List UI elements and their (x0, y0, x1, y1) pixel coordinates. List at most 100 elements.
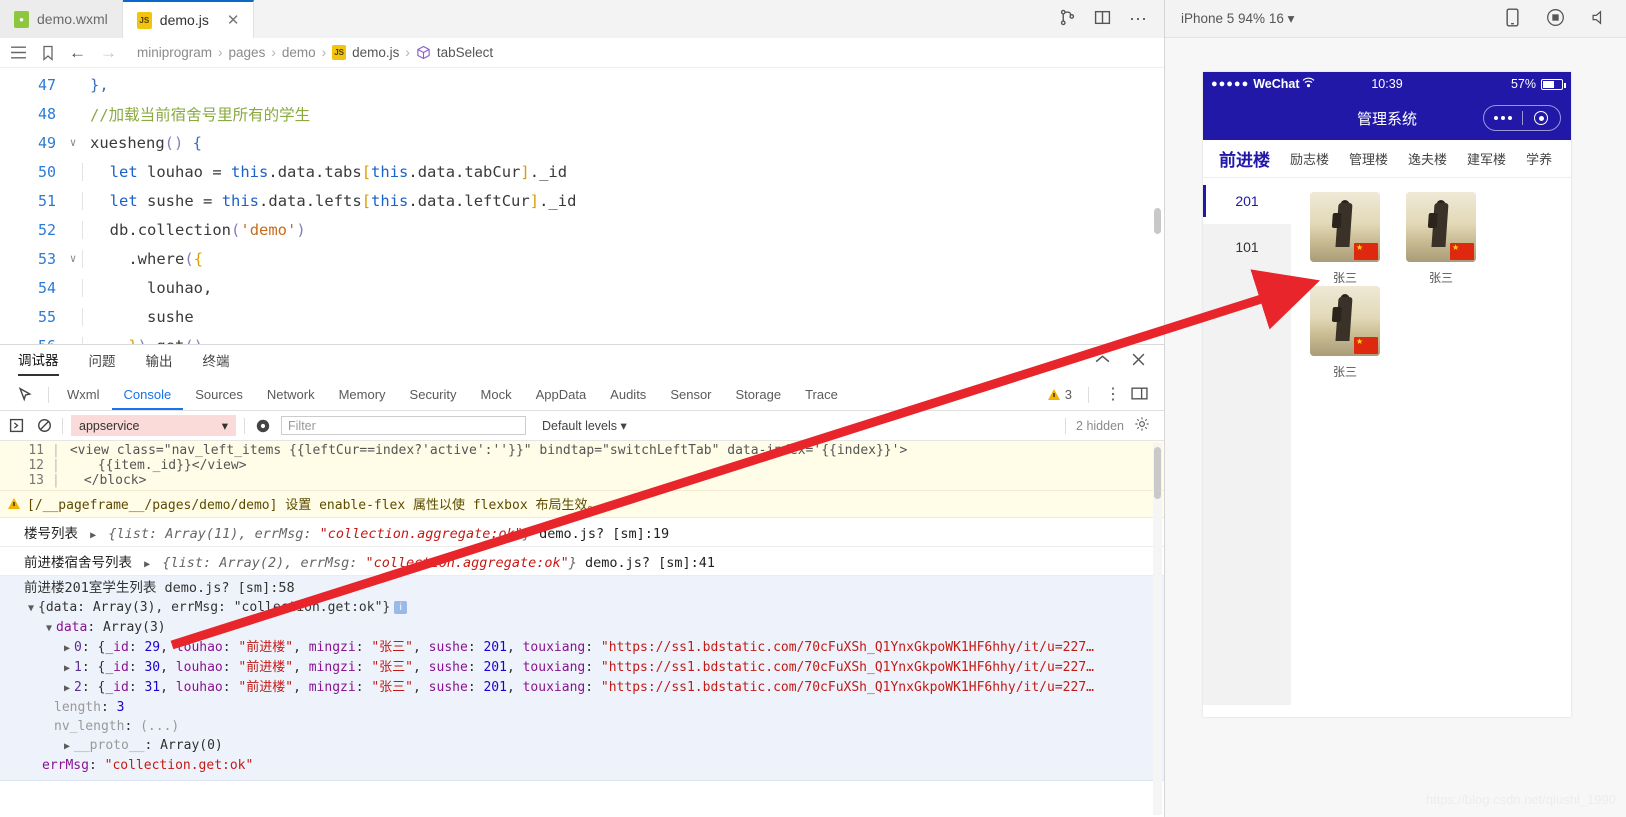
room-item-101[interactable]: 101 (1203, 224, 1291, 270)
panel-tab-terminal[interactable]: 终端 (203, 350, 230, 375)
wechat-capsule-buttons[interactable] (1483, 105, 1561, 131)
close-tab-icon[interactable]: ✕ (227, 11, 240, 29)
building-tab-yifulou[interactable]: 逸夫楼 (1398, 149, 1457, 168)
line-number: 53 (37, 249, 56, 268)
building-tab-xueyang[interactable]: 学养 (1516, 149, 1562, 168)
settings-gear-icon[interactable] (1134, 416, 1150, 435)
more-actions-icon[interactable]: ⋯ (1129, 9, 1148, 30)
more-menu-icon[interactable] (1484, 116, 1522, 120)
console-source-link[interactable]: demo.js? [sm]:41 (585, 555, 715, 571)
student-card[interactable]: 张三 (1301, 192, 1389, 286)
expand-caret-icon[interactable]: ▶ (60, 741, 74, 752)
console-object-data: ▼ data: Array(3) (24, 618, 1164, 638)
breadcrumb-item-demo[interactable]: demo (282, 45, 316, 60)
editor-tab-strip: ● demo.wxml JS demo.js ✕ ⋯ (0, 0, 1164, 38)
signal-dots-icon: ●●●●● (1211, 78, 1250, 90)
field-name-id: _id (105, 660, 129, 675)
live-expression-icon[interactable] (253, 416, 273, 436)
console-output[interactable]: 11 | <view class="nav_left_items {{leftC… (0, 441, 1164, 817)
close-miniprogram-icon[interactable] (1522, 111, 1560, 125)
close-icon[interactable] (1131, 352, 1146, 372)
devtools-tab-security[interactable]: Security (398, 380, 469, 410)
collapse-icon[interactable] (1094, 353, 1111, 371)
breadcrumb-item-tabselect[interactable]: tabSelect (437, 45, 493, 60)
back-icon[interactable]: ← (69, 43, 86, 63)
snippet-line: 11 | <view class="nav_left_items {{leftC… (0, 443, 1164, 458)
expand-caret-icon[interactable]: ▶ (60, 683, 74, 694)
breadcrumb-item-pages[interactable]: pages (229, 45, 266, 60)
console-context-select[interactable]: appservice ▾ (71, 415, 236, 436)
collapse-caret-icon[interactable]: ▼ (24, 603, 38, 614)
room-item-201[interactable]: 201 (1203, 178, 1291, 224)
code-comment: //加载当前宿舍号里所有的学生 (90, 105, 311, 124)
expand-caret-icon[interactable]: ▶ (86, 530, 100, 541)
console-levels-select[interactable]: Default levels ▾ (542, 418, 627, 433)
panel-tab-problems[interactable]: 问题 (89, 350, 116, 375)
volume-icon[interactable] (1591, 9, 1610, 29)
expand-caret-icon[interactable]: ▶ (140, 559, 154, 570)
fold-toggle[interactable]: ∨ (64, 136, 82, 149)
devtools-tab-storage[interactable]: Storage (724, 380, 794, 410)
forward-icon[interactable]: → (100, 43, 117, 63)
inspect-element-icon[interactable] (8, 387, 42, 402)
devtools-tab-memory[interactable]: Memory (327, 380, 398, 410)
breadcrumb-item-demo-js[interactable]: demo.js (352, 45, 399, 60)
devtools-tab-appdata[interactable]: AppData (524, 380, 599, 410)
student-grid: 张三 张三 张三 (1291, 178, 1571, 705)
record-icon[interactable] (1546, 8, 1565, 30)
devtools-tab-wxml[interactable]: Wxml (55, 380, 112, 410)
editor-scrollbar[interactable] (1154, 208, 1161, 234)
simulator-toolbar: iPhone 5 94% 16 ▾ (1165, 0, 1626, 38)
device-rotate-icon[interactable] (1505, 7, 1520, 30)
info-badge-icon[interactable]: i (394, 601, 408, 614)
student-card[interactable]: 张三 (1301, 286, 1389, 380)
collapse-caret-icon[interactable]: ▼ (42, 623, 56, 634)
execute-icon[interactable] (6, 416, 26, 436)
dock-panel-icon[interactable] (1131, 386, 1148, 404)
expand-caret-icon[interactable]: ▶ (60, 643, 74, 654)
expand-caret-icon[interactable]: ▶ (60, 663, 74, 674)
split-editor-icon[interactable] (1094, 9, 1111, 29)
devtools-tab-network[interactable]: Network (255, 380, 327, 410)
warning-count-badge[interactable]: 3 (1047, 387, 1072, 402)
building-tab-jianjunlou[interactable]: 建军楼 (1457, 149, 1516, 168)
bookmark-icon[interactable] (41, 45, 55, 61)
console-source-link[interactable]: demo.js? [sm]:58 (165, 580, 295, 596)
object-value: (...) (140, 719, 180, 734)
student-card[interactable]: 张三 (1397, 192, 1485, 286)
panel-tab-output[interactable]: 输出 (146, 350, 173, 375)
editor-tab-demo-js[interactable]: JS demo.js ✕ (122, 0, 255, 38)
devtools-tab-console[interactable]: Console (112, 380, 184, 410)
code-line: 53 ∨ .where({ (0, 244, 1164, 273)
kebab-menu-icon[interactable]: ⋮ (1105, 386, 1121, 402)
building-tab-guanlilou[interactable]: 管理楼 (1339, 149, 1398, 168)
list-icon[interactable] (10, 45, 27, 60)
snippet-line-number: 11 (28, 443, 44, 458)
code-editor[interactable]: 47 }, 48 //加载当前宿舍号里所有的学生 49 ∨ xuesheng()… (0, 68, 1164, 344)
branch-icon[interactable] (1059, 9, 1076, 29)
devtools-tab-audits[interactable]: Audits (598, 380, 658, 410)
devtools-tab-sources[interactable]: Sources (183, 380, 255, 410)
panel-tab-debugger[interactable]: 调试器 (18, 349, 59, 376)
building-tab-qianjinlou[interactable]: 前进楼 (1209, 146, 1280, 171)
fold-toggle[interactable]: ∨ (64, 252, 82, 265)
console-source-link[interactable]: demo.js? [sm]:19 (539, 526, 669, 542)
device-select[interactable]: iPhone 5 94% 16 ▾ (1181, 11, 1294, 27)
console-log-preview-string: "collection.aggregate:ok" (319, 526, 523, 542)
field-value-id: 30 (144, 660, 161, 675)
clear-console-icon[interactable] (34, 416, 54, 436)
breadcrumb-item-miniprogram[interactable]: miniprogram (137, 45, 212, 60)
battery-icon (1541, 78, 1566, 90)
devtools-tab-trace[interactable]: Trace (793, 380, 850, 410)
field-name-sushe: sushe (428, 680, 468, 695)
building-tab-lizhilou[interactable]: 励志楼 (1280, 149, 1339, 168)
console-filter-input[interactable]: Filter (281, 416, 526, 435)
editor-tab-demo-wxml[interactable]: ● demo.wxml (0, 0, 123, 38)
ide-pane: ● demo.wxml JS demo.js ✕ ⋯ ← → miniprogr… (0, 0, 1165, 817)
line-number: 52 (37, 220, 56, 239)
devtools-tab-sensor[interactable]: Sensor (658, 380, 723, 410)
line-number: 55 (37, 307, 56, 326)
devtools-tab-mock[interactable]: Mock (469, 380, 524, 410)
console-scrollbar[interactable] (1153, 443, 1162, 815)
phone-simulator[interactable]: ●●●●● WeChat 10:39 57% 管理系统 前进楼 励志楼 管理楼 … (1203, 72, 1571, 717)
